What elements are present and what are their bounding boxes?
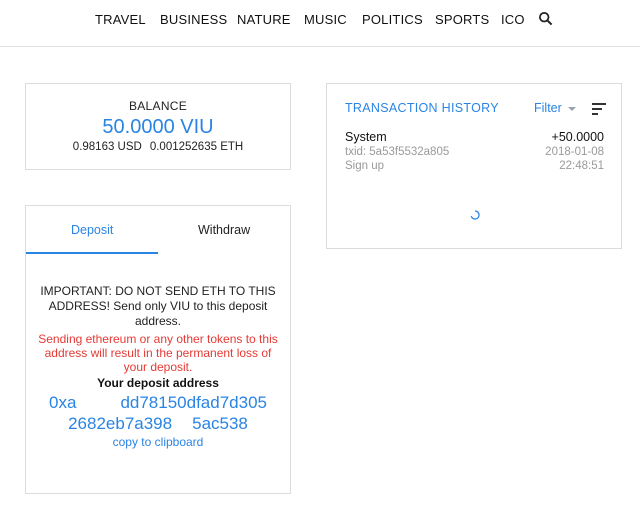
deposit-address[interactable]: 0xa dd78150dfad7d305 2682eb7a398 5ac538 — [26, 392, 290, 434]
balance-conversions: 0.98163 USD 0.001252635 ETH — [26, 141, 290, 153]
tab-withdraw[interactable]: Withdraw — [198, 223, 250, 237]
filter-dropdown[interactable]: Filter — [534, 101, 576, 115]
transaction-time: 22:48:51 — [559, 160, 604, 172]
filter-label: Filter — [534, 101, 562, 115]
nav-item-sports[interactable]: SPORTS — [435, 12, 489, 27]
transaction-date: 2018-01-08 — [545, 146, 604, 158]
balance-heading: BALANCE — [128, 99, 188, 113]
balance-amount: 50.0000 VIU — [102, 116, 214, 138]
transaction-history-card: TRANSACTION HISTORY Filter System +50.00… — [326, 83, 622, 249]
active-tab-indicator — [26, 252, 158, 254]
transaction-row[interactable]: System +50.0000 txid: 5a53f5532a805 2018… — [345, 130, 604, 174]
transaction-type: Sign up — [345, 160, 385, 172]
balance-card: BALANCE 50.0000 VIU 0.98163 USD 0.0012526… — [25, 83, 291, 170]
important-notice: IMPORTANT: DO NOT SEND ETH TO THIS ADDRE… — [40, 284, 276, 328]
sort-icon[interactable] — [592, 103, 606, 115]
search-icon[interactable] — [538, 11, 554, 27]
address-part: 0xa — [49, 393, 77, 412]
transaction-txid: txid: 5a53f5532a805 — [345, 146, 450, 158]
transaction-amount: +50.0000 — [551, 130, 604, 144]
nav-item-politics[interactable]: POLITICS — [362, 12, 423, 27]
loss-warning: Sending ethereum or any other tokens to … — [38, 332, 278, 374]
nav-item-ico[interactable]: ICO — [501, 12, 525, 27]
address-part: 5ac538 — [192, 414, 248, 433]
chevron-down-icon — [567, 106, 576, 111]
deposit-address-line-2: 2682eb7a398 5ac538 — [26, 413, 290, 434]
deposit-card: Deposit Withdraw IMPORTANT: DO NOT SEND … — [25, 205, 291, 494]
top-nav: TRAVEL BUSINESS NATURE MUSIC POLITICS SP… — [0, 0, 640, 47]
balance-usd: 0.98163 USD — [72, 141, 142, 153]
nav-item-nature[interactable]: NATURE — [237, 12, 291, 27]
nav-item-business[interactable]: BUSINESS — [160, 12, 227, 27]
nav-item-music[interactable]: MUSIC — [304, 12, 347, 27]
address-part: 2682eb7a398 — [68, 414, 173, 433]
tab-deposit[interactable]: Deposit — [71, 223, 113, 237]
deposit-address-label: Your deposit address — [97, 376, 219, 390]
spinner-icon — [470, 210, 480, 220]
transaction-history-title: TRANSACTION HISTORY — [345, 101, 499, 115]
balance-eth: 0.001252635 ETH — [149, 141, 244, 153]
nav-item-travel[interactable]: TRAVEL — [95, 12, 146, 27]
copy-to-clipboard-link[interactable]: copy to clipboard — [26, 435, 290, 449]
deposit-tabs: Deposit Withdraw — [26, 206, 290, 254]
address-part: dd78150dfad7d305 — [120, 393, 267, 412]
deposit-address-line-1: 0xa dd78150dfad7d305 — [26, 392, 290, 413]
transaction-name: System — [345, 130, 387, 144]
